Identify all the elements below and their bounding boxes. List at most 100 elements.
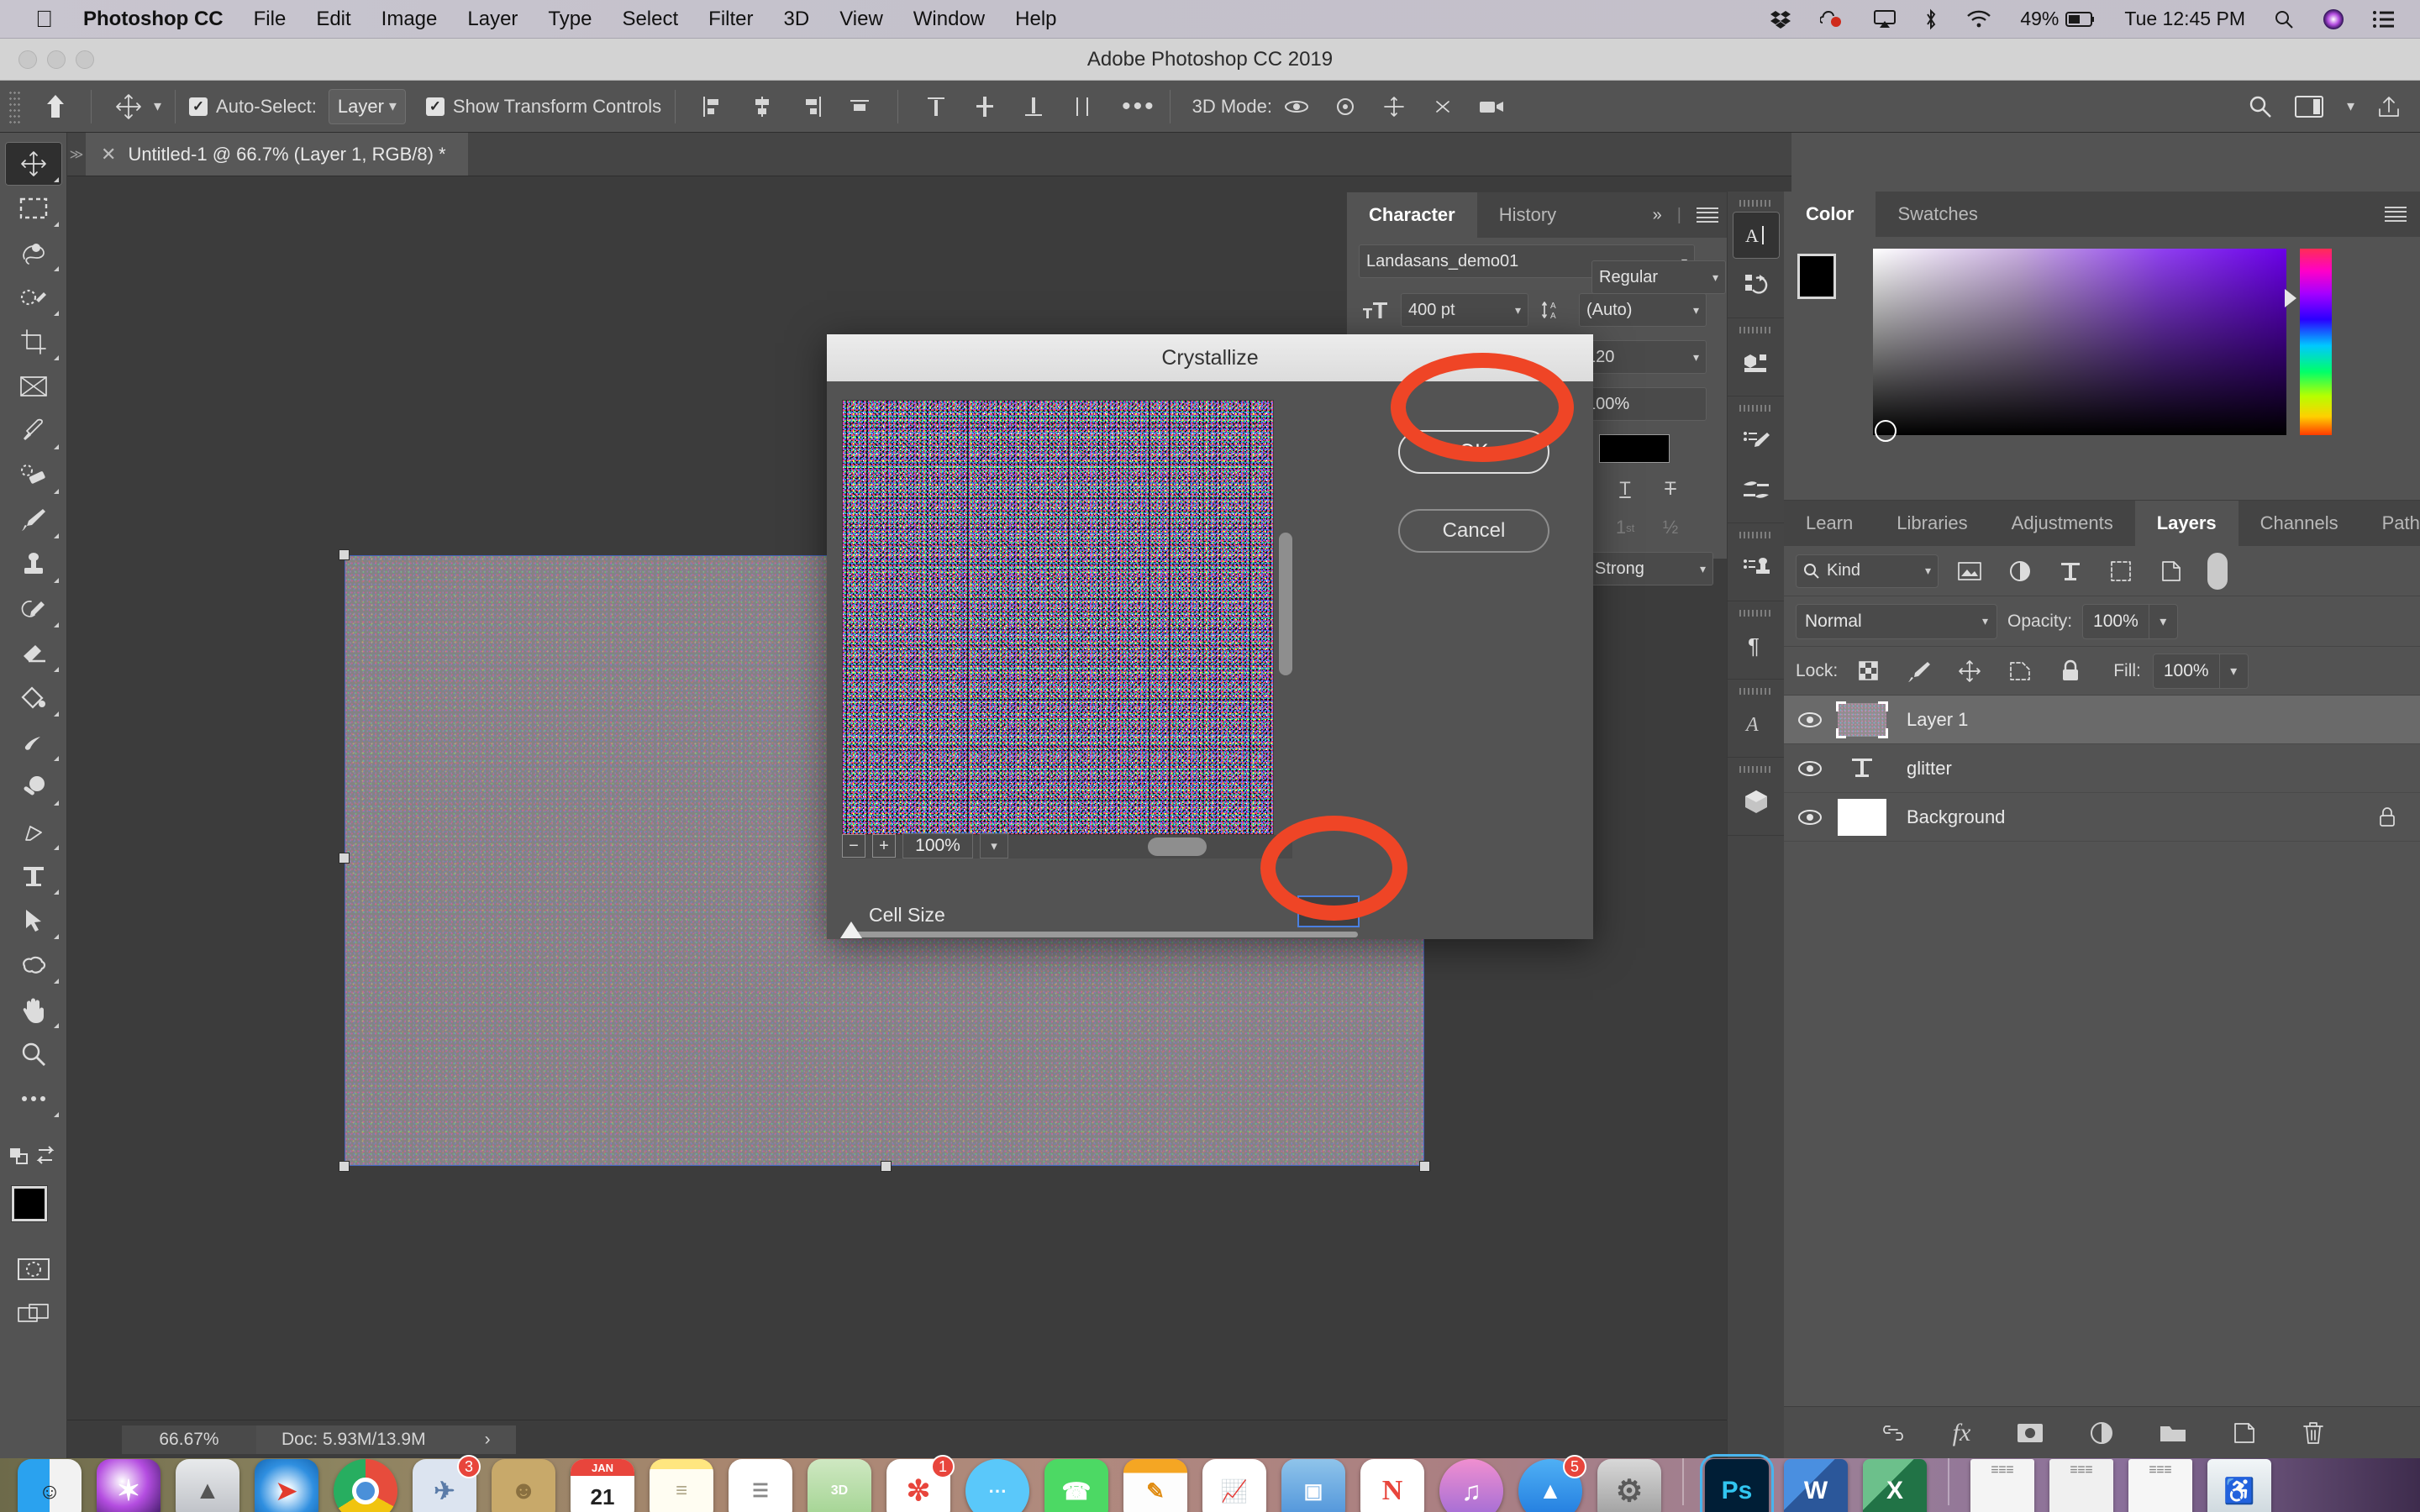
foreground-color-swatch[interactable] xyxy=(11,1186,47,1221)
tab-swatches[interactable]: Swatches xyxy=(1876,192,1999,237)
align-horizontal-centers-icon[interactable] xyxy=(740,87,784,126)
rail-grip[interactable] xyxy=(1739,405,1773,412)
menubar-app-name[interactable]: Photoshop CC xyxy=(83,8,224,31)
ordinals-icon[interactable]: 1st xyxy=(1606,512,1644,543)
align-top-edges-icon[interactable] xyxy=(838,87,881,126)
character-panel-icon[interactable]: A xyxy=(1732,212,1780,259)
dock-item-minimized-window-1[interactable]: ☰☰☰ xyxy=(1968,1457,2037,1512)
dock-item-system-preferences[interactable]: ⚙ xyxy=(1595,1457,1664,1512)
airplay-icon[interactable] xyxy=(1874,9,1897,29)
hand-tool[interactable] xyxy=(5,988,62,1032)
brush-tool[interactable] xyxy=(5,498,62,542)
tracking-dropdown[interactable]: 120 ▾ xyxy=(1579,340,1707,374)
adjustment-layer-icon[interactable] xyxy=(2090,1421,2113,1445)
transform-handle-tl[interactable] xyxy=(339,549,350,560)
layer-filter-kind-dropdown[interactable]: Kind ▾ xyxy=(1796,554,1939,588)
search-icon[interactable] xyxy=(2248,94,2273,119)
chevron-down-icon[interactable]: ▾ xyxy=(980,833,1008,858)
cancel-button[interactable]: Cancel xyxy=(1398,509,1549,553)
quick-selection-tool[interactable] xyxy=(5,276,62,319)
fractions-icon[interactable]: ½ xyxy=(1651,512,1690,543)
bluetooth-icon[interactable] xyxy=(1924,8,1938,30)
dock-item-reminders[interactable]: ☰ xyxy=(726,1457,795,1512)
rail-grip[interactable] xyxy=(1739,688,1773,695)
status-doc-info[interactable]: Doc: 5.93M/13.9M › xyxy=(256,1425,516,1454)
share-icon[interactable] xyxy=(2376,94,2402,119)
pen-tool[interactable] xyxy=(5,810,62,853)
brush-settings-panel-icon[interactable] xyxy=(1733,465,1780,512)
dock-item-facetime[interactable]: ☎ xyxy=(1042,1457,1111,1512)
blur-tool[interactable] xyxy=(5,721,62,764)
history-panel-icon[interactable] xyxy=(1733,260,1780,307)
layer-thumbnail[interactable] xyxy=(1836,700,1888,740)
3d-materials-panel-icon[interactable] xyxy=(1733,778,1780,825)
dock-item-finder[interactable]: ☺ xyxy=(15,1457,84,1512)
type-tool[interactable] xyxy=(5,854,62,898)
control-center-icon[interactable] xyxy=(2373,10,2395,29)
dock-item-photoshop[interactable]: Ps xyxy=(1702,1457,1771,1512)
status-expand-arrow-icon[interactable]: › xyxy=(485,1430,491,1450)
fill-field[interactable]: 100% ▾ xyxy=(2152,653,2249,689)
menubar-item-3d[interactable]: 3D xyxy=(784,8,810,31)
history-brush-tool[interactable] xyxy=(5,587,62,631)
distribute-top-icon[interactable] xyxy=(914,87,958,126)
lasso-tool[interactable] xyxy=(5,231,62,275)
dock-item-contacts[interactable]: ☻ xyxy=(489,1457,558,1512)
layer-thumbnail[interactable] xyxy=(1836,748,1888,789)
dock-item-maps[interactable]: 3D xyxy=(805,1457,874,1512)
search-icon[interactable] xyxy=(2274,9,2294,29)
menubar-item-type[interactable]: Type xyxy=(548,8,592,31)
menubar-item-filter[interactable]: Filter xyxy=(708,8,753,31)
rail-grip[interactable] xyxy=(1739,532,1773,538)
glyphs-panel-icon[interactable]: A xyxy=(1733,700,1780,747)
dodge-tool[interactable] xyxy=(5,765,62,809)
rail-grip[interactable] xyxy=(1739,327,1773,333)
crop-tool[interactable] xyxy=(5,320,62,364)
menubar-item-layer[interactable]: Layer xyxy=(467,8,518,31)
battery-percent-label[interactable]: 49% xyxy=(2020,8,2059,30)
cell-size-slider-knob[interactable] xyxy=(840,921,862,938)
lock-transparent-pixels-icon[interactable] xyxy=(1849,654,1888,689)
shape-layer-filter-icon[interactable] xyxy=(2102,554,2140,589)
brushes-panel-icon[interactable] xyxy=(1733,417,1780,464)
dock-item-trash[interactable]: ♿ xyxy=(2205,1457,2274,1512)
rail-grip[interactable] xyxy=(1739,200,1773,207)
status-zoom-level[interactable]: 66.67% xyxy=(122,1425,256,1454)
smart-object-filter-icon[interactable] xyxy=(2152,554,2191,589)
menubar-item-image[interactable]: Image xyxy=(381,8,438,31)
opacity-field[interactable]: 100% ▾ xyxy=(2082,603,2178,639)
table-row[interactable]: glitter xyxy=(1784,744,2420,793)
tool-preset-chevron-down-icon[interactable]: ▾ xyxy=(154,97,161,115)
move-tool-icon[interactable] xyxy=(105,85,152,129)
tab-paths[interactable]: Paths xyxy=(2360,501,2420,546)
document-tab[interactable]: ✕ Untitled-1 @ 66.7% (Layer 1, RGB/8) * xyxy=(86,133,468,176)
dock-item-pages[interactable]: ✎ xyxy=(1121,1457,1190,1512)
preview-vertical-scrollbar[interactable] xyxy=(1279,533,1292,675)
chevron-down-icon[interactable]: ▾ xyxy=(2218,654,2248,688)
dock-item-mail[interactable]: ✈ 3 xyxy=(410,1455,481,1512)
spot-healing-brush-tool[interactable] xyxy=(5,454,62,497)
rail-grip[interactable] xyxy=(1739,610,1773,617)
transform-handle-br[interactable] xyxy=(1419,1161,1430,1172)
rectangular-marquee-tool[interactable] xyxy=(5,186,62,230)
leading-dropdown[interactable]: (Auto) ▾ xyxy=(1579,293,1707,327)
tab-layers[interactable]: Layers xyxy=(2134,501,2238,546)
auto-select-checkbox[interactable]: ✓ xyxy=(189,97,208,116)
dock-item-photos[interactable]: ✼ 1 xyxy=(884,1455,955,1512)
transform-handle-bc[interactable] xyxy=(881,1161,892,1172)
show-transform-controls-checkbox[interactable]: ✓ xyxy=(425,97,445,116)
adjustment-layer-filter-icon[interactable] xyxy=(2001,554,2039,589)
layer-style-fx-icon[interactable]: fx xyxy=(1953,1419,1971,1447)
blend-mode-dropdown[interactable]: Normal ▾ xyxy=(1796,603,1997,639)
layer-mask-icon[interactable] xyxy=(2016,1422,2044,1444)
dropbox-icon[interactable] xyxy=(1770,9,1791,29)
frame-tool[interactable] xyxy=(5,365,62,408)
3d-panel-icon[interactable] xyxy=(1733,339,1780,386)
chevrons-right-icon[interactable]: » xyxy=(1653,206,1662,225)
clone-source-panel-icon[interactable] xyxy=(1733,543,1780,591)
tabbar-grip[interactable]: ≫ xyxy=(67,133,86,176)
underline-icon[interactable]: T xyxy=(1606,473,1644,505)
3d-camera-icon[interactable] xyxy=(1470,87,1513,126)
move-tool[interactable] xyxy=(4,142,62,186)
lock-artboard-icon[interactable] xyxy=(2001,654,2039,689)
